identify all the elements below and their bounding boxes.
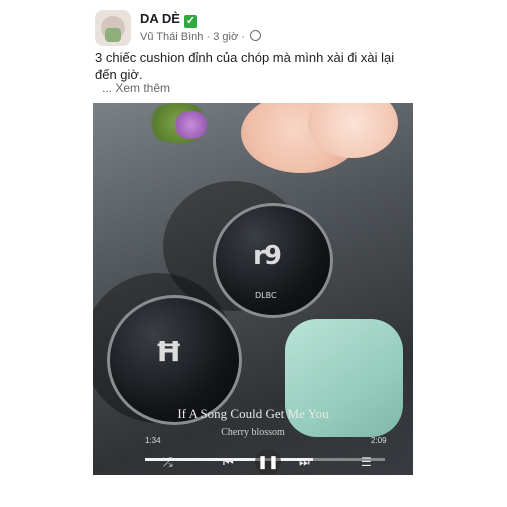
compact-label: DLBC bbox=[255, 291, 277, 300]
pause-icon[interactable]: ❚❚ bbox=[255, 449, 281, 475]
next-icon[interactable]: ⏭ bbox=[299, 455, 310, 470]
player-controls: ⤮ ⏮ ❚❚ ⏭ ☰ bbox=[93, 449, 413, 475]
compact-dlbc: r9 DLBC bbox=[213, 203, 333, 318]
group-name[interactable]: DA DÈ ✓ bbox=[140, 11, 197, 28]
song-title: If A Song Could Get Me You bbox=[177, 406, 329, 421]
compact-logo: r9 bbox=[253, 241, 282, 271]
post-meta: Vũ Thái Bình · 3 giờ · bbox=[140, 30, 261, 43]
meta-separator: · bbox=[206, 31, 211, 43]
previous-icon[interactable]: ⏮ bbox=[223, 455, 234, 470]
author-name[interactable]: Vũ Thái Bình bbox=[140, 31, 203, 43]
song-artist: Cherry blossom bbox=[221, 427, 285, 438]
group-avatar[interactable] bbox=[95, 10, 131, 46]
elapsed-time: 1:34 bbox=[145, 436, 161, 445]
total-time: 2:09 bbox=[371, 436, 387, 445]
compact-logo: Ħ bbox=[155, 335, 183, 368]
flower-decoration bbox=[171, 111, 211, 139]
shuffle-icon[interactable]: ⤮ bbox=[163, 455, 173, 470]
meta-separator: · bbox=[241, 31, 245, 43]
post-header: DA DÈ ✓ Vũ Thái Bình · 3 giờ · bbox=[95, 10, 425, 46]
globe-icon bbox=[249, 30, 261, 41]
post-caption: 3 chiếc cushion đỉnh của chóp mà mình xà… bbox=[95, 50, 395, 82]
check-icon: ✓ bbox=[183, 15, 197, 28]
playlist-icon[interactable]: ☰ bbox=[361, 455, 372, 469]
group-name-text[interactable]: DA DÈ bbox=[140, 11, 180, 26]
post-time[interactable]: 3 giờ bbox=[213, 31, 238, 43]
see-more-link[interactable]: ... Xem thêm bbox=[102, 81, 170, 95]
post-photo[interactable]: r9 DLBC Ħ If A Song Could Get Me You Che… bbox=[93, 103, 413, 475]
